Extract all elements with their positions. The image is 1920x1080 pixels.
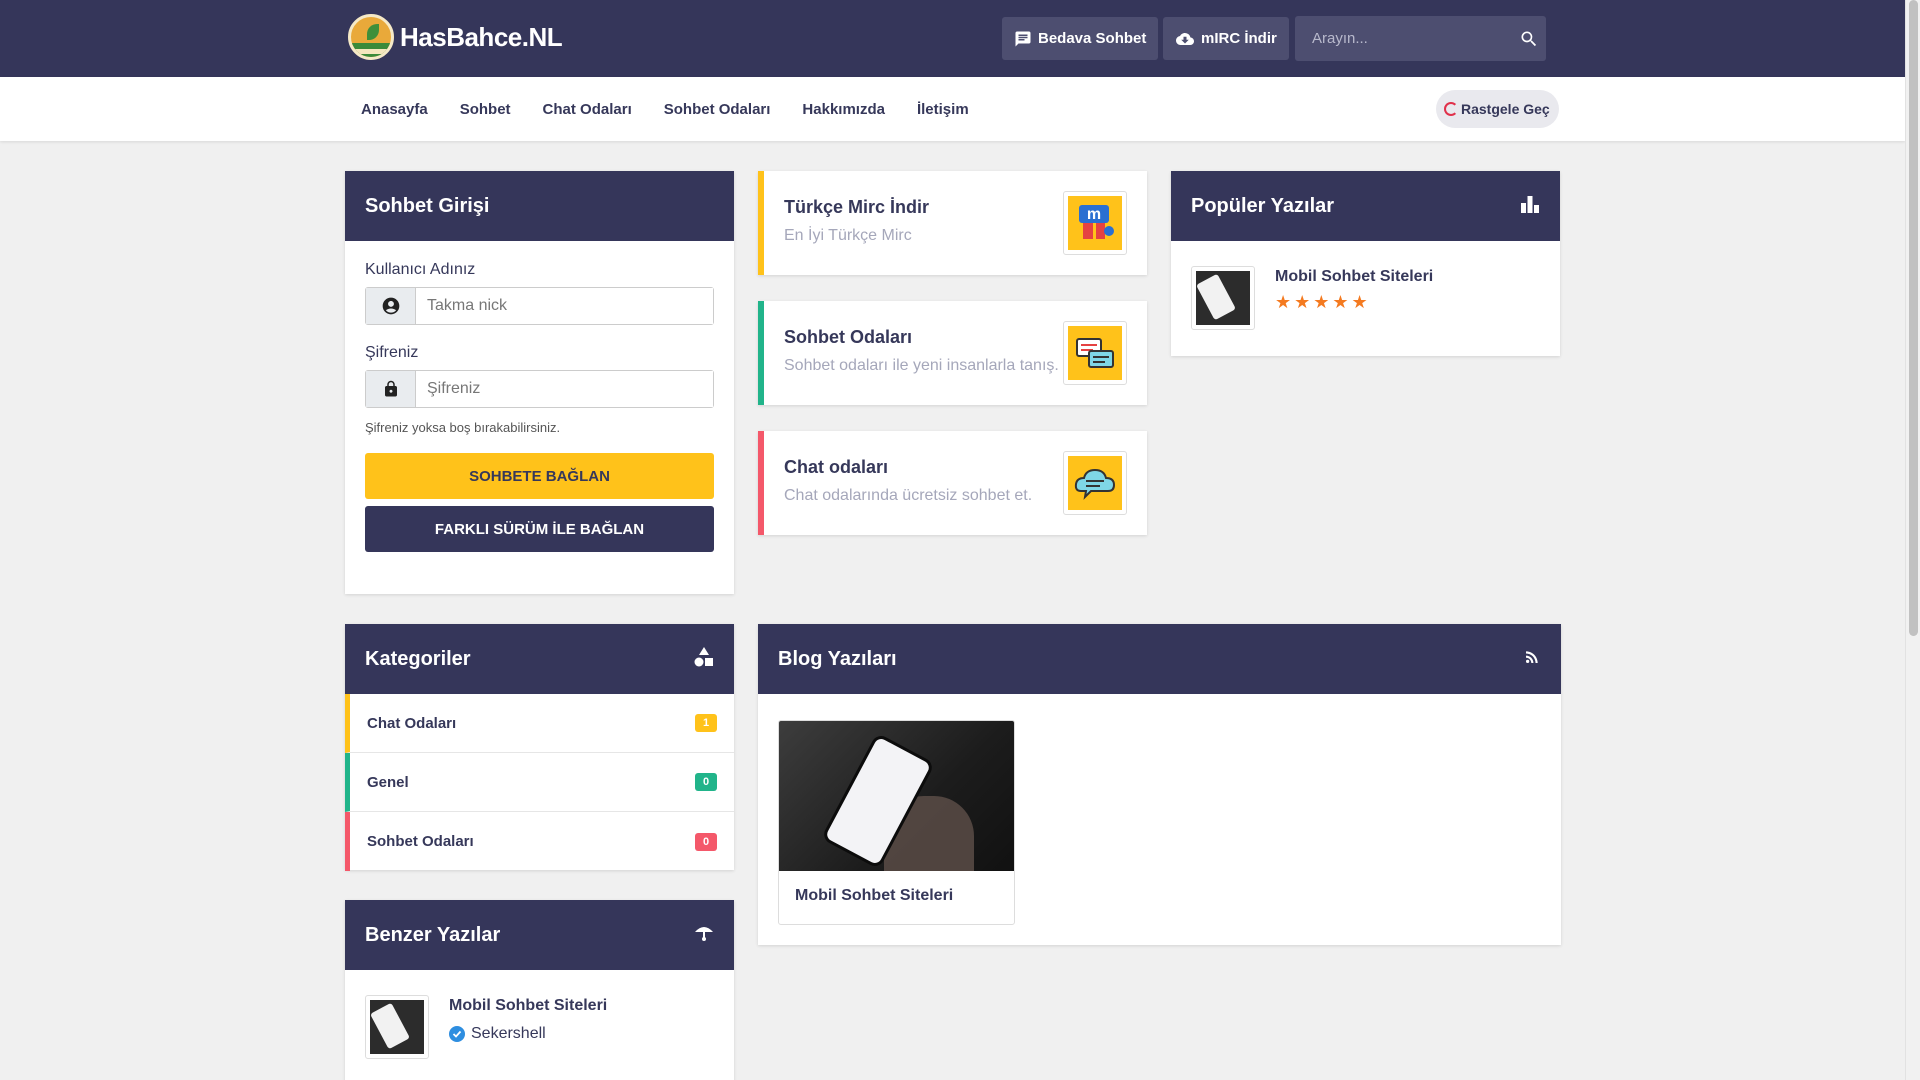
- feature-card-mirc[interactable]: Türkçe Mirc İndir En İyi Türkçe Mirc m: [758, 171, 1147, 275]
- lock-icon: [366, 371, 416, 407]
- categories-header: Kategoriler: [345, 624, 734, 694]
- popular-posts-card: Popüler Yazılar Mobil Sohbet Siteleri ★★…: [1171, 171, 1560, 356]
- category-label: Sohbet Odaları: [367, 833, 474, 850]
- username-field[interactable]: [416, 288, 713, 324]
- blog-posts-title: Blog Yazıları: [778, 647, 897, 670]
- search-icon[interactable]: [1511, 29, 1546, 49]
- rss-icon: [1523, 648, 1541, 671]
- cloud-download-icon: [1175, 30, 1195, 48]
- cloud-chat-icon: [1063, 451, 1127, 515]
- username-label: Kullanıcı Adınız: [365, 261, 476, 278]
- category-count-badge: 0: [695, 832, 717, 851]
- scrollbar-thumb[interactable]: [1909, 0, 1918, 636]
- spinner-icon: [1444, 102, 1458, 116]
- categories-card: Kategoriler Chat Odaları 1 Genel 0 Sohbe…: [345, 624, 734, 871]
- user-icon: [366, 288, 416, 324]
- feature-card-chat-rooms[interactable]: Chat odaları Chat odalarında ücretsiz so…: [758, 431, 1147, 535]
- chat-bubbles-icon: [1063, 321, 1127, 385]
- category-label: Chat Odaları: [367, 714, 457, 732]
- feature-card-sohbet-rooms[interactable]: Sohbet Odaları Sohbet odaları ile yeni i…: [758, 301, 1147, 405]
- nav-home[interactable]: Anasayfa: [345, 101, 444, 118]
- mirc-logo-icon: m: [1063, 191, 1127, 255]
- password-hint: Şifreniz yoksa boş bırakabilirsiniz.: [365, 420, 561, 435]
- post-author: Sekershell: [449, 1025, 607, 1043]
- post-thumbnail: [365, 995, 429, 1059]
- username-group: [365, 287, 714, 325]
- category-item-chat-rooms[interactable]: Chat Odaları 1: [345, 694, 734, 753]
- blog-post-card[interactable]: Mobil Sohbet Siteleri: [778, 720, 1015, 925]
- search-input[interactable]: [1295, 30, 1511, 47]
- feature-title: Türkçe Mirc İndir: [784, 197, 930, 217]
- nav-chat[interactable]: Sohbet: [444, 101, 527, 118]
- similar-posts-header: Benzer Yazılar: [345, 900, 734, 970]
- verified-check-icon: [449, 1026, 465, 1042]
- page-scrollbar[interactable]: [1905, 0, 1920, 1080]
- umbrella-icon: [694, 923, 714, 948]
- post-title[interactable]: Mobil Sohbet Siteleri: [1275, 268, 1433, 286]
- list-item[interactable]: Mobil Sohbet Siteleri Sekershell: [345, 970, 734, 1080]
- password-group: [365, 370, 714, 408]
- shapes-icon: [694, 646, 714, 673]
- password-label: Şifreniz: [365, 344, 419, 361]
- post-title[interactable]: Mobil Sohbet Siteleri: [449, 997, 607, 1015]
- logo-text: HasBahce.NL: [400, 21, 563, 52]
- free-chat-button[interactable]: Bedava Sohbet: [1002, 17, 1159, 60]
- feature-subtitle: En İyi Türkçe Mirc: [784, 227, 912, 244]
- category-item-sohbet-rooms[interactable]: Sohbet Odaları 0: [345, 812, 734, 871]
- category-count-badge: 1: [695, 714, 717, 732]
- blog-post-image: [779, 721, 1014, 871]
- logo-icon: [348, 14, 394, 60]
- chat-bubble-icon: [1014, 30, 1032, 48]
- password-field[interactable]: [416, 371, 713, 407]
- popular-posts-header: Popüler Yazılar: [1171, 171, 1560, 241]
- similar-posts-title: Benzer Yazılar: [365, 923, 501, 946]
- free-chat-label: Bedava Sohbet: [1038, 30, 1147, 47]
- category-count-badge: 0: [695, 773, 717, 791]
- search-bar: [1295, 16, 1546, 61]
- similar-posts-card: Benzer Yazılar Mobil Sohbet Siteleri Sek…: [345, 900, 734, 1080]
- nav-sohbet-rooms[interactable]: Sohbet Odaları: [648, 101, 787, 118]
- login-card: Sohbet Girişi Kullanıcı Adınız Şifreniz …: [345, 171, 734, 594]
- popular-posts-title: Popüler Yazılar: [1191, 194, 1335, 217]
- site-logo[interactable]: HasBahce.NL: [348, 14, 563, 60]
- main-navigation: Anasayfa Sohbet Chat Odaları Sohbet Odal…: [0, 77, 1905, 141]
- mirc-download-button[interactable]: mIRC İndir: [1163, 17, 1289, 60]
- login-title: Sohbet Girişi: [365, 194, 490, 217]
- nav-contact[interactable]: İletişim: [901, 101, 985, 118]
- bar-chart-icon: [1520, 194, 1540, 219]
- nav-chat-rooms[interactable]: Chat Odaları: [527, 101, 648, 118]
- nav-about[interactable]: Hakkımızda: [786, 101, 901, 118]
- rating-stars-icon: ★★★★★: [1275, 292, 1371, 312]
- feature-title: Chat odaları: [784, 457, 889, 477]
- top-header: HasBahce.NL Bedava Sohbet mIRC İndir: [0, 0, 1905, 77]
- feature-subtitle: Chat odalarında ücretsiz sohbet et.: [784, 487, 1033, 504]
- feature-subtitle: Sohbet odaları ile yeni insanlarla tanış…: [784, 357, 1059, 374]
- post-thumbnail: [1191, 266, 1255, 330]
- blog-post-title[interactable]: Mobil Sohbet Siteleri: [779, 871, 1014, 921]
- category-item-general[interactable]: Genel 0: [345, 753, 734, 812]
- random-post-button[interactable]: Rastgele Geç: [1436, 90, 1559, 128]
- categories-title: Kategoriler: [365, 647, 471, 670]
- feature-title: Sohbet Odaları: [784, 327, 913, 347]
- alt-connect-button[interactable]: FARKLI SÜRÜM İLE BAĞLAN: [365, 506, 714, 552]
- connect-button[interactable]: SOHBETE BAĞLAN: [365, 453, 714, 499]
- blog-posts-header: Blog Yazıları: [758, 624, 1561, 694]
- category-label: Genel: [367, 773, 409, 791]
- blog-posts-card: Blog Yazıları Mobil Sohbet Siteleri: [758, 624, 1561, 945]
- login-card-header: Sohbet Girişi: [345, 171, 734, 241]
- mirc-download-label: mIRC İndir: [1201, 30, 1277, 47]
- svg-text:m: m: [1087, 206, 1101, 223]
- list-item[interactable]: Mobil Sohbet Siteleri ★★★★★: [1171, 241, 1560, 355]
- author-name[interactable]: Sekershell: [471, 1025, 546, 1043]
- random-post-label: Rastgele Geç: [1461, 101, 1550, 117]
